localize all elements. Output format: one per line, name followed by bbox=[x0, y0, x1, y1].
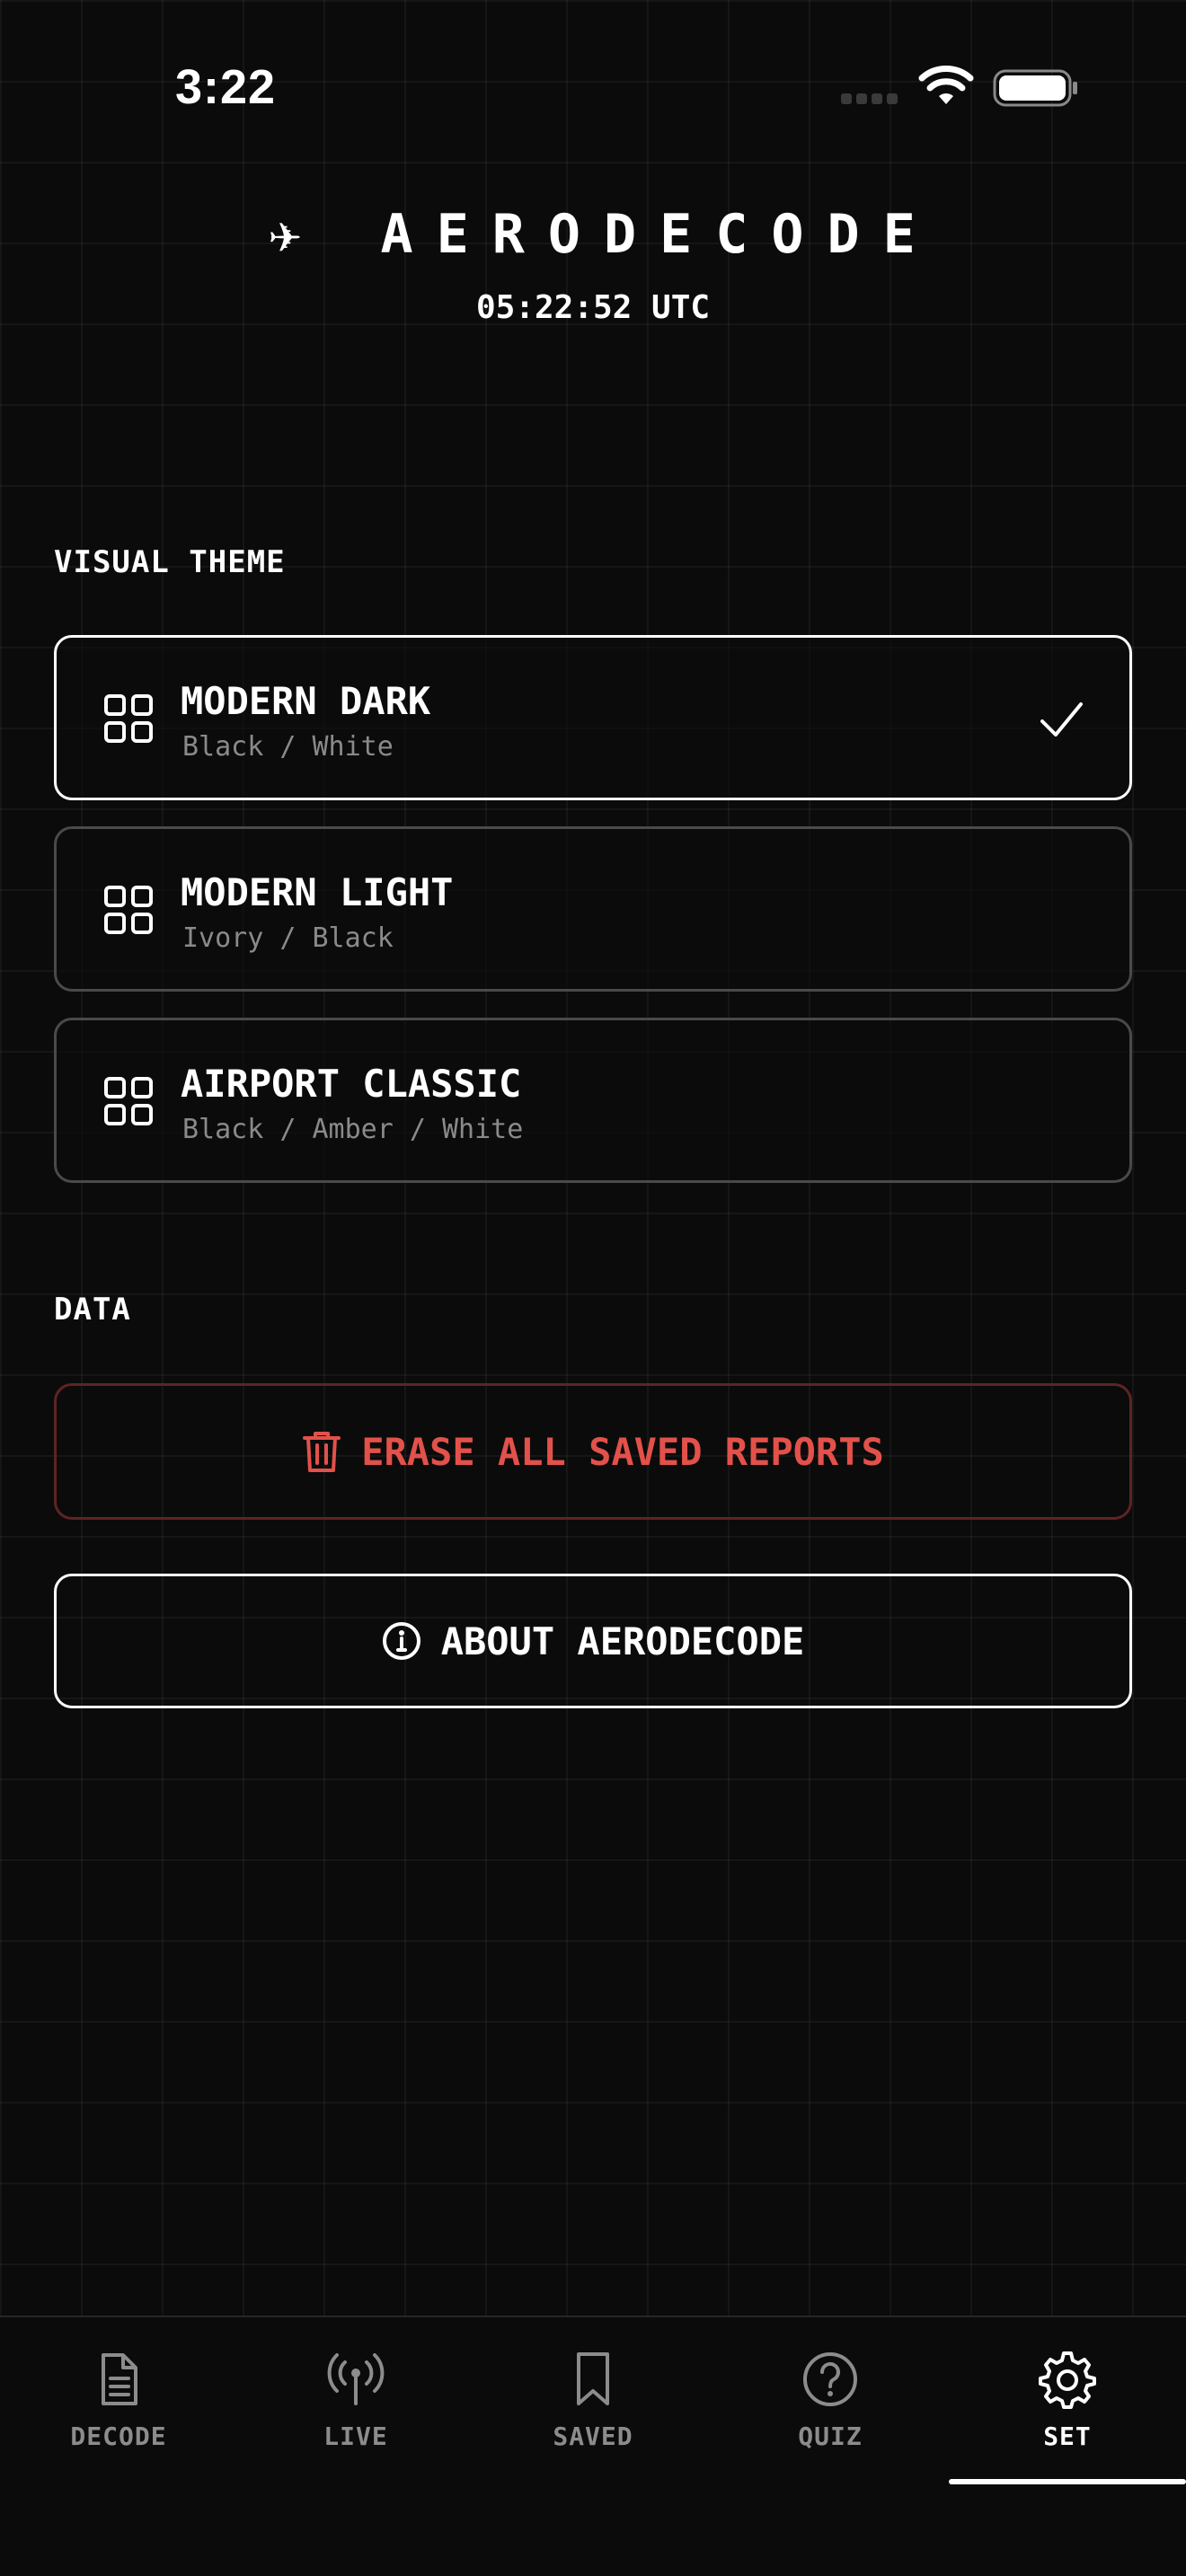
info-icon bbox=[382, 1622, 420, 1660]
active-tab-indicator bbox=[949, 2479, 1186, 2484]
theme-name: MODERN DARK bbox=[181, 679, 431, 723]
grid-icon bbox=[104, 694, 153, 743]
theme-name: AIRPORT CLASSIC bbox=[181, 1062, 522, 1106]
theme-colors: Black / Amber / White bbox=[182, 1114, 524, 1145]
tab-label: SET bbox=[1043, 2422, 1092, 2451]
tab-saved[interactable]: SAVED bbox=[474, 2317, 712, 2497]
tab-label: DECODE bbox=[70, 2422, 167, 2451]
section-data: DATA bbox=[54, 1292, 131, 1328]
theme-colors: Ivory / Black bbox=[182, 922, 394, 954]
tab-quiz[interactable]: QUIZ bbox=[712, 2317, 949, 2497]
tab-label: QUIZ bbox=[798, 2422, 863, 2451]
gear-icon bbox=[1039, 2351, 1096, 2409]
wifi-icon bbox=[918, 66, 974, 104]
antenna-icon bbox=[327, 2353, 385, 2405]
about-aerodecode-button[interactable]: ABOUT AERODECODE bbox=[54, 1574, 1132, 1708]
grid-icon bbox=[104, 1077, 153, 1125]
tab-label: LIVE bbox=[323, 2422, 388, 2451]
theme-option-modern-dark[interactable]: MODERN DARK Black / White bbox=[54, 635, 1132, 800]
bookmark-icon bbox=[577, 2352, 609, 2405]
tab-live[interactable]: LIVE bbox=[237, 2317, 474, 2497]
theme-name: MODERN LIGHT bbox=[181, 870, 454, 914]
utc-clock: 05:22:52 UTC bbox=[475, 289, 711, 326]
tab-label: SAVED bbox=[553, 2422, 633, 2451]
checkmark-icon bbox=[1040, 702, 1083, 737]
battery-icon bbox=[993, 69, 1077, 107]
question-circle-icon bbox=[803, 2352, 857, 2406]
erase-all-saved-reports-button[interactable]: ERASE ALL SAVED REPORTS bbox=[54, 1383, 1132, 1520]
tab-bar: DECODE LIVE SAVED QUIZ SET bbox=[0, 2316, 1186, 2576]
document-icon bbox=[102, 2353, 137, 2405]
theme-colors: Black / White bbox=[182, 731, 394, 763]
app-title: ✈ AERODECODE bbox=[269, 203, 939, 266]
about-button-label: ABOUT AERODECODE bbox=[440, 1619, 805, 1663]
tab-decode[interactable]: DECODE bbox=[0, 2317, 237, 2497]
theme-option-airport-classic[interactable]: AIRPORT CLASSIC Black / Amber / White bbox=[54, 1018, 1132, 1183]
trash-icon bbox=[303, 1432, 341, 1472]
grid-icon bbox=[104, 886, 153, 934]
cellular-signal-icon bbox=[841, 93, 898, 104]
theme-option-modern-light[interactable]: MODERN LIGHT Ivory / Black bbox=[54, 826, 1132, 992]
tab-set[interactable]: SET bbox=[949, 2317, 1186, 2497]
section-visual-theme: VISUAL THEME bbox=[54, 544, 286, 580]
erase-button-label: ERASE ALL SAVED REPORTS bbox=[361, 1429, 884, 1474]
status-time: 3:22 bbox=[175, 60, 277, 114]
